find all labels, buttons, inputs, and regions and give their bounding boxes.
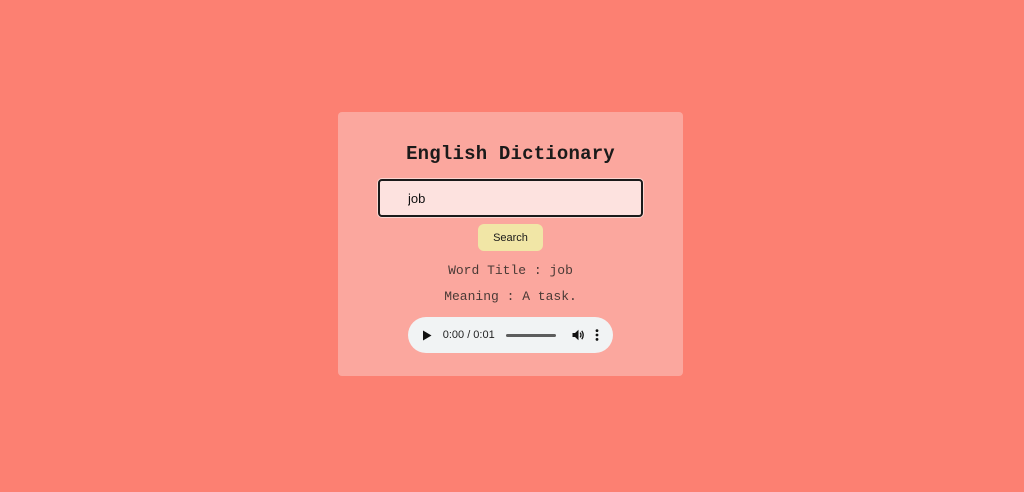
volume-icon[interactable] [572,328,585,342]
meaning-text: Meaning : A task. [444,289,577,304]
dictionary-card: English Dictionary Search Word Title : j… [338,112,683,376]
app-title: English Dictionary [406,143,615,165]
more-vert-icon[interactable] [594,328,601,342]
audio-time: 0:00 / 0:01 [442,329,495,341]
audio-progress-bar[interactable] [505,333,556,337]
play-icon[interactable] [421,328,434,342]
word-title-text: Word Title : job [448,263,573,278]
audio-player: 0:00 / 0:01 [408,317,613,353]
search-button[interactable]: Search [478,224,543,251]
search-input[interactable] [378,179,643,217]
